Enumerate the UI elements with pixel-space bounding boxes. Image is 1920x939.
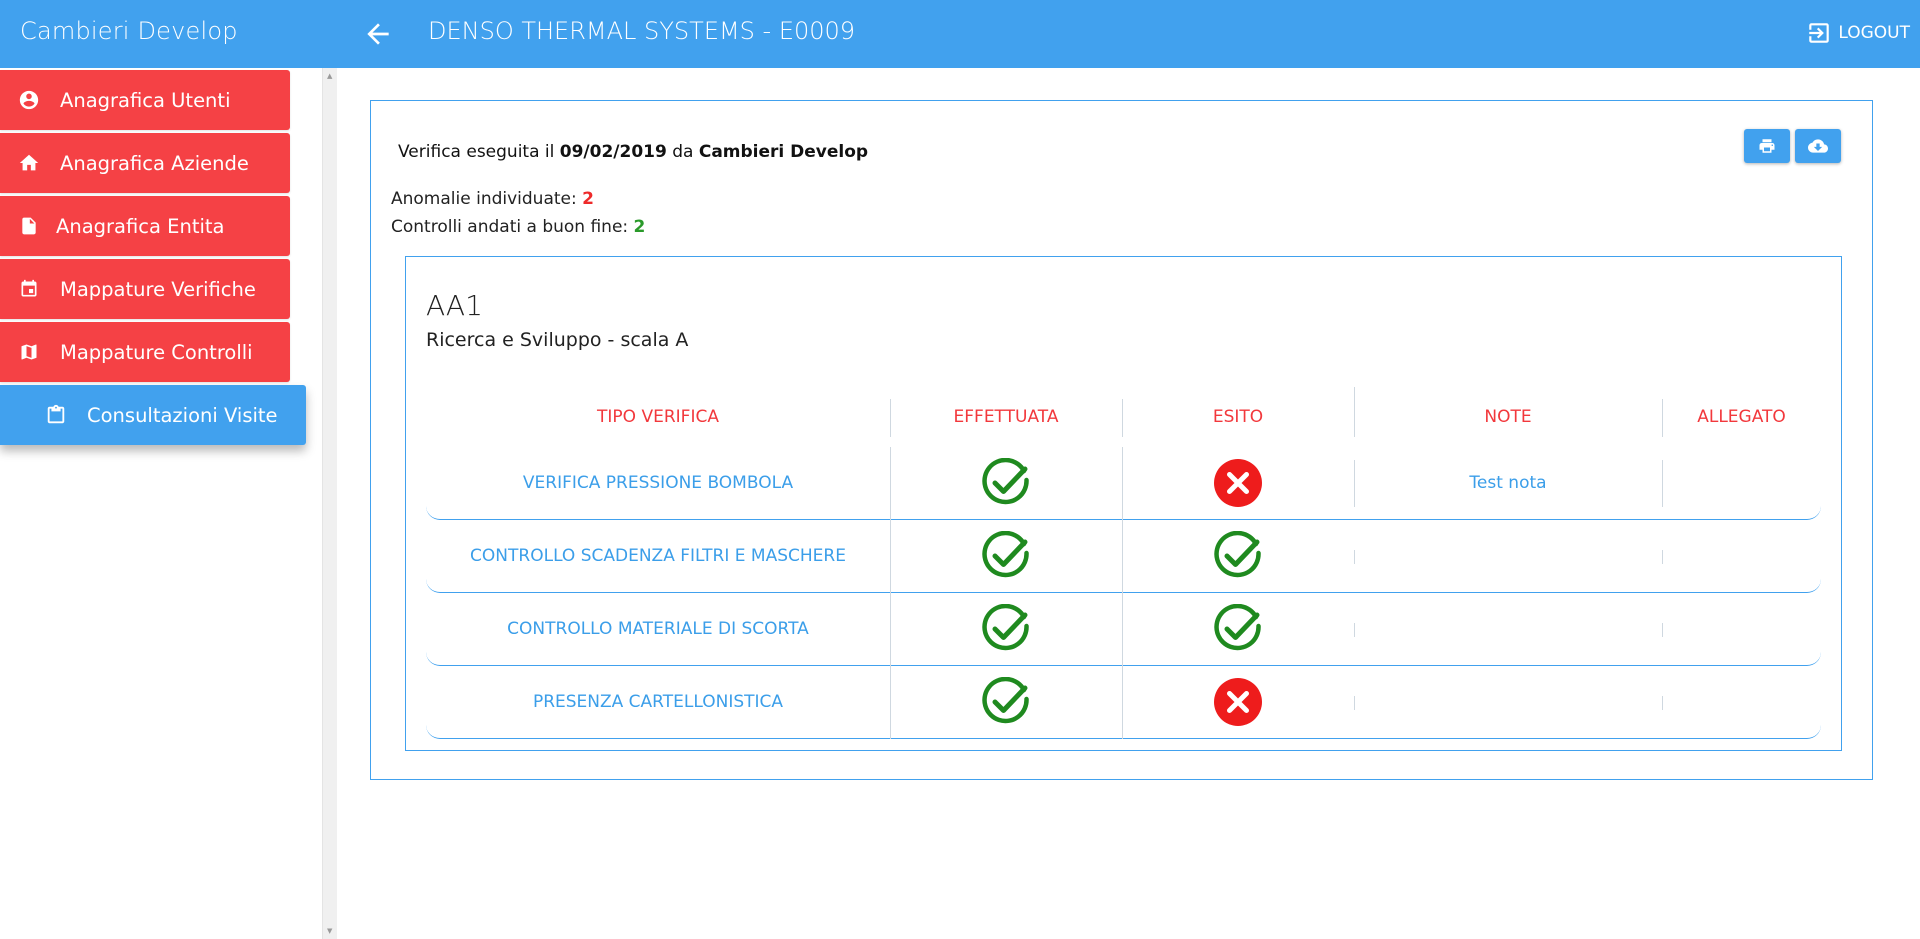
visit-report-card: Verifica eseguita il 09/02/2019 da Cambi…: [370, 100, 1873, 780]
cell-effettuata: [890, 593, 1122, 665]
cell-allegato: [1662, 520, 1821, 592]
sidebar-item-anagrafica-aziende[interactable]: Anagrafica Aziende: [0, 133, 290, 193]
sidebar-item-label: Mappature Verifiche: [60, 277, 256, 301]
cell-allegato: [1662, 593, 1821, 665]
sidebar-item-mappature-controlli[interactable]: Mappature Controlli: [0, 322, 290, 382]
sidebar-item-label: Anagrafica Entita: [56, 214, 225, 238]
cell-tipo-verifica[interactable]: PRESENZA CARTELLONISTICA: [426, 666, 890, 738]
page-title: DENSO THERMAL SYSTEMS - E0009: [428, 17, 856, 45]
sidebar-item-label: Consultazioni Visite: [87, 403, 278, 427]
brand-title: Cambieri Develop: [20, 17, 238, 45]
download-button[interactable]: [1795, 129, 1841, 163]
scroll-up-icon[interactable]: ▲: [327, 72, 332, 80]
sidebar-scrollbar[interactable]: ▲ ▼: [322, 68, 337, 939]
file-icon: [18, 215, 40, 237]
map-icon: [18, 341, 40, 363]
sidebar-item-label: Anagrafica Utenti: [60, 88, 231, 112]
home-icon: [18, 152, 40, 174]
cancel-circle-icon: [1213, 677, 1263, 727]
verification-date: 09/02/2019: [559, 142, 667, 162]
print-icon: [1759, 139, 1775, 153]
verification-by-word: da: [672, 142, 694, 162]
column-header-note: NOTE: [1484, 407, 1532, 427]
cell-effettuata: [890, 666, 1122, 738]
cell-allegato: [1662, 447, 1821, 519]
verification-info: Verifica eseguita il 09/02/2019 da Cambi…: [398, 142, 868, 162]
sidebar-item-label: Mappature Controlli: [60, 340, 253, 364]
cell-esito: [1122, 593, 1354, 665]
column-header-effettuata: EFFETTUATA: [953, 407, 1059, 427]
back-arrow-icon[interactable]: [362, 18, 394, 50]
check-circle-icon: [1213, 531, 1263, 581]
entity-description: Ricerca e Sviluppo - scala A: [426, 329, 689, 351]
cell-note[interactable]: Test nota: [1354, 447, 1662, 519]
print-button[interactable]: [1744, 129, 1790, 163]
check-circle-icon: [981, 531, 1031, 581]
ok-controls-stat: Controlli andati a buon fine: 2: [391, 217, 645, 237]
cell-esito: [1122, 520, 1354, 592]
table-row[interactable]: VERIFICA PRESSIONE BOMBOLA Test nota: [426, 447, 1821, 520]
cloud-download-icon: [1808, 139, 1828, 153]
cell-tipo-verifica[interactable]: VERIFICA PRESSIONE BOMBOLA: [426, 447, 890, 519]
logout-label: LOGOUT: [1838, 23, 1910, 43]
ok-controls-count: 2: [633, 217, 646, 237]
anomalies-label: Anomalie individuate:: [391, 189, 577, 209]
cell-tipo-verifica[interactable]: CONTROLLO MATERIALE DI SCORTA: [426, 593, 890, 665]
sidebar-item-anagrafica-entita[interactable]: Anagrafica Entita: [0, 196, 290, 256]
check-circle-icon: [981, 677, 1031, 727]
cell-esito: [1122, 666, 1354, 738]
check-circle-icon: [1213, 604, 1263, 654]
cell-effettuata: [890, 447, 1122, 519]
check-circle-icon: [981, 458, 1031, 508]
cell-allegato: [1662, 666, 1821, 738]
entity-section: AA1 Ricerca e Sviluppo - scala A TIPO VE…: [405, 256, 1842, 751]
top-app-bar: Cambieri Develop DENSO THERMAL SYSTEMS -…: [0, 0, 1920, 68]
verification-prefix: Verifica eseguita il: [398, 142, 555, 162]
clipboard-icon: [45, 404, 67, 426]
cell-note[interactable]: [1354, 520, 1662, 592]
calendar-icon: [18, 278, 40, 300]
anomalies-stat: Anomalie individuate: 2: [391, 189, 594, 209]
cell-note[interactable]: [1354, 593, 1662, 665]
ok-controls-label: Controlli andati a buon fine:: [391, 217, 629, 237]
cell-tipo-verifica[interactable]: CONTROLLO SCADENZA FILTRI E MASCHERE: [426, 520, 890, 592]
verification-author: Cambieri Develop: [698, 142, 869, 162]
scroll-down-icon[interactable]: ▼: [327, 927, 332, 935]
logout-button[interactable]: LOGOUT: [1806, 20, 1910, 46]
sidebar-item-anagrafica-utenti[interactable]: Anagrafica Utenti: [0, 70, 290, 130]
cell-effettuata: [890, 520, 1122, 592]
check-circle-icon: [981, 604, 1031, 654]
sidebar: Anagrafica Utenti Anagrafica Aziende Ana…: [0, 68, 322, 939]
column-header-allegato: ALLEGATO: [1697, 407, 1786, 427]
logout-icon: [1809, 23, 1830, 43]
entity-code: AA1: [426, 289, 483, 322]
anomalies-count: 2: [582, 189, 594, 209]
table-row[interactable]: CONTROLLO MATERIALE DI SCORTA: [426, 593, 1821, 666]
sidebar-item-label: Anagrafica Aziende: [60, 151, 249, 175]
cell-esito: [1122, 447, 1354, 519]
cancel-circle-icon: [1213, 458, 1263, 508]
table-row[interactable]: CONTROLLO SCADENZA FILTRI E MASCHERE: [426, 520, 1821, 593]
sidebar-item-mappature-verifiche[interactable]: Mappature Verifiche: [0, 259, 290, 319]
cell-note[interactable]: [1354, 666, 1662, 738]
column-header-tipo-verifica: TIPO VERIFICA: [597, 407, 719, 427]
table-row[interactable]: PRESENZA CARTELLONISTICA: [426, 666, 1821, 739]
sidebar-item-consultazioni-visite[interactable]: Consultazioni Visite: [0, 385, 306, 445]
account-circle-icon: [18, 89, 40, 111]
column-header-esito: ESITO: [1212, 407, 1264, 427]
